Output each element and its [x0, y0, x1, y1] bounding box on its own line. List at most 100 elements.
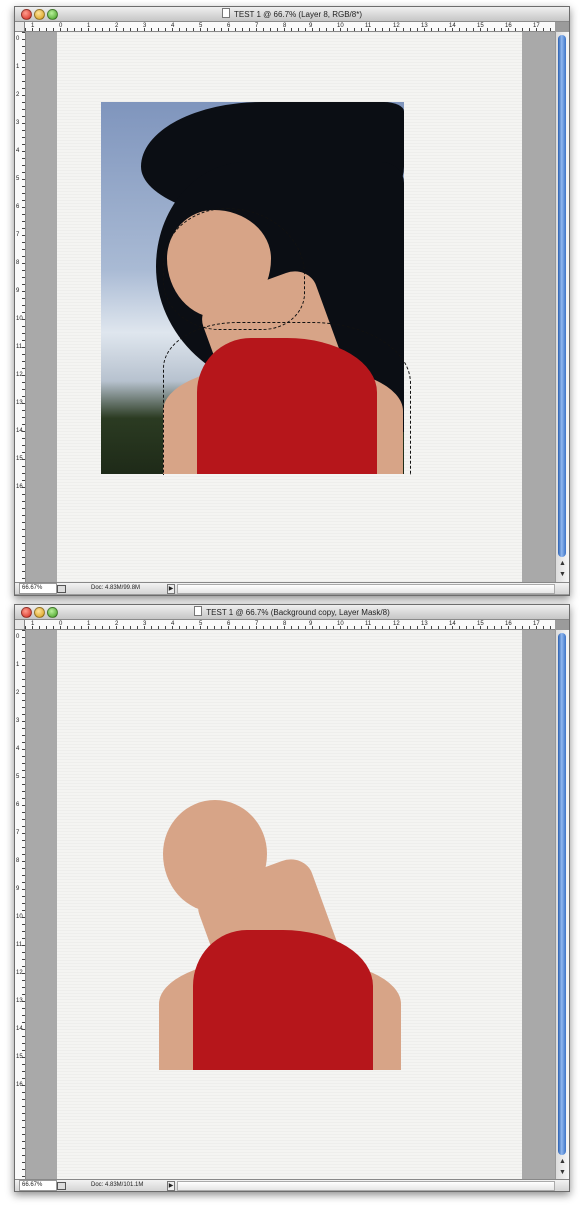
ruler-label: 10: [337, 23, 344, 29]
ruler-label: 3: [143, 621, 147, 627]
document-window-layer-mask: TEST 1 @ 66.7% (Background copy, Layer M…: [14, 604, 570, 1192]
ruler-label: 9: [309, 621, 313, 627]
ruler-label: 4: [16, 148, 20, 154]
vertical-scrollbar[interactable]: ▲ ▼: [555, 32, 569, 582]
ruler-label: 2: [115, 23, 119, 29]
ruler-label: 10: [337, 621, 344, 627]
ruler-label: 16: [16, 484, 23, 490]
ruler-label: 15: [16, 456, 23, 462]
document-icon: [221, 8, 230, 18]
status-menu-arrow-icon[interactable]: ▶: [167, 1181, 175, 1191]
ruler-label: 1: [31, 23, 35, 29]
title-bar[interactable]: TEST 1 @ 66.7% (Layer 8, RGB/8*): [15, 7, 569, 22]
ruler-label: 13: [16, 400, 23, 406]
ruler-label: 6: [16, 802, 20, 808]
scroll-thumb[interactable]: [558, 35, 566, 557]
ruler-label: 4: [16, 746, 20, 752]
ruler-label: 4: [171, 621, 175, 627]
ruler-label: 12: [393, 621, 400, 627]
ruler-label: 3: [16, 120, 20, 126]
document-canvas[interactable]: [57, 32, 522, 582]
ruler-label: 8: [283, 23, 287, 29]
ruler-label: 2: [16, 92, 20, 98]
ruler-label: 11: [365, 621, 372, 627]
ruler-label: 14: [16, 1026, 23, 1032]
ruler-label: 15: [477, 621, 484, 627]
ruler-label: 0: [59, 23, 63, 29]
ruler-label: 6: [227, 23, 231, 29]
ruler-label: 6: [16, 204, 20, 210]
scroll-up-icon[interactable]: ▲: [558, 560, 567, 568]
horizontal-ruler[interactable]: 1 0 1 2 3 4 5 6 7 8 9 10 11 12 13 14 15 …: [25, 620, 555, 630]
ruler-label: 3: [143, 23, 147, 29]
red-tank-top: [193, 930, 373, 1070]
ruler-label: 2: [115, 621, 119, 627]
ruler-label: 9: [309, 23, 313, 29]
ruler-label: 14: [449, 621, 456, 627]
ruler-label: 1: [31, 621, 35, 627]
ruler-label: 16: [505, 23, 512, 29]
scroll-down-icon[interactable]: ▼: [558, 1169, 567, 1177]
ruler-label: 13: [421, 23, 428, 29]
window-title-text: TEST 1 @ 66.7% (Layer 8, RGB/8*): [233, 10, 363, 19]
pasteboard[interactable]: [26, 32, 555, 582]
document-status-icon[interactable]: [57, 585, 66, 593]
masked-cutout[interactable]: [157, 800, 407, 1070]
window-title-text: TEST 1 @ 66.7% (Background copy, Layer M…: [206, 608, 390, 617]
ruler-label: 12: [393, 23, 400, 29]
document-status-icon[interactable]: [57, 1182, 66, 1190]
document-window-layer8: TEST 1 @ 66.7% (Layer 8, RGB/8*) 1 0 1 2…: [14, 6, 570, 596]
ruler-label: 10: [16, 316, 23, 322]
ruler-label: 12: [16, 372, 23, 378]
ruler-origin[interactable]: [15, 22, 25, 32]
ruler-label: 7: [16, 830, 20, 836]
ruler-label: 7: [255, 23, 259, 29]
ruler-label: 5: [199, 23, 203, 29]
ruler-label: 7: [16, 232, 20, 238]
ruler-label: 1: [87, 23, 91, 29]
pasteboard[interactable]: [26, 630, 555, 1180]
vertical-scrollbar[interactable]: ▲ ▼: [555, 630, 569, 1180]
ruler-label: 2: [16, 690, 20, 696]
ruler-label: 16: [16, 1082, 23, 1088]
ruler-label: 17: [533, 621, 540, 627]
ruler-label: 14: [449, 23, 456, 29]
scroll-up-icon[interactable]: ▲: [558, 1158, 567, 1166]
horizontal-scrollbar[interactable]: [177, 1181, 555, 1191]
title-bar[interactable]: TEST 1 @ 66.7% (Background copy, Layer M…: [15, 605, 569, 620]
selection-marquee[interactable]: [163, 322, 411, 475]
window-title: TEST 1 @ 66.7% (Background copy, Layer M…: [15, 606, 569, 619]
ruler-label: 5: [16, 176, 20, 182]
ruler-label: 9: [16, 288, 20, 294]
ruler-label: 0: [16, 634, 20, 640]
ruler-label: 11: [365, 23, 372, 29]
scroll-down-icon[interactable]: ▼: [558, 571, 567, 579]
document-canvas[interactable]: [57, 630, 522, 1180]
ruler-label: 12: [16, 970, 23, 976]
vertical-ruler[interactable]: 0 1 2 3 4 5 6 7 8 9 10 11 12 13 14 15 16: [15, 630, 26, 1180]
ruler-label: 14: [16, 428, 23, 434]
zoom-level-field[interactable]: 66.67%: [19, 583, 57, 594]
ruler-label: 9: [16, 886, 20, 892]
ruler-label: 1: [16, 64, 20, 70]
ruler-label: 13: [421, 621, 428, 627]
vertical-ruler[interactable]: 0 1 2 3 4 5 6 7 8 9 10 11 12 13 14 15 16: [15, 32, 26, 582]
ruler-label: 11: [16, 344, 23, 350]
scroll-thumb[interactable]: [558, 633, 566, 1155]
ruler-origin[interactable]: [15, 620, 25, 630]
status-menu-arrow-icon[interactable]: ▶: [167, 584, 175, 594]
ruler-label: 7: [255, 621, 259, 627]
ruler-label: 0: [16, 36, 20, 42]
ruler-label: 8: [16, 260, 20, 266]
zoom-level-field[interactable]: 66.67%: [19, 1180, 57, 1191]
status-bar: 66.67% Doc: 4.83M/101.1M ▶: [15, 1179, 569, 1191]
status-bar: 66.67% Doc: 4.83M/99.8M ▶: [15, 582, 569, 594]
ruler-label: 8: [16, 858, 20, 864]
doc-size-info: Doc: 4.83M/101.1M: [91, 1182, 144, 1188]
ruler-label: 10: [16, 914, 23, 920]
ruler-label: 15: [16, 1054, 23, 1060]
horizontal-scrollbar[interactable]: [177, 584, 555, 594]
ruler-label: 16: [505, 621, 512, 627]
ruler-label: 5: [199, 621, 203, 627]
horizontal-ruler[interactable]: 1 0 1 2 3 4 5 6 7 8 9 10 11 12 13 14 15 …: [25, 22, 555, 32]
